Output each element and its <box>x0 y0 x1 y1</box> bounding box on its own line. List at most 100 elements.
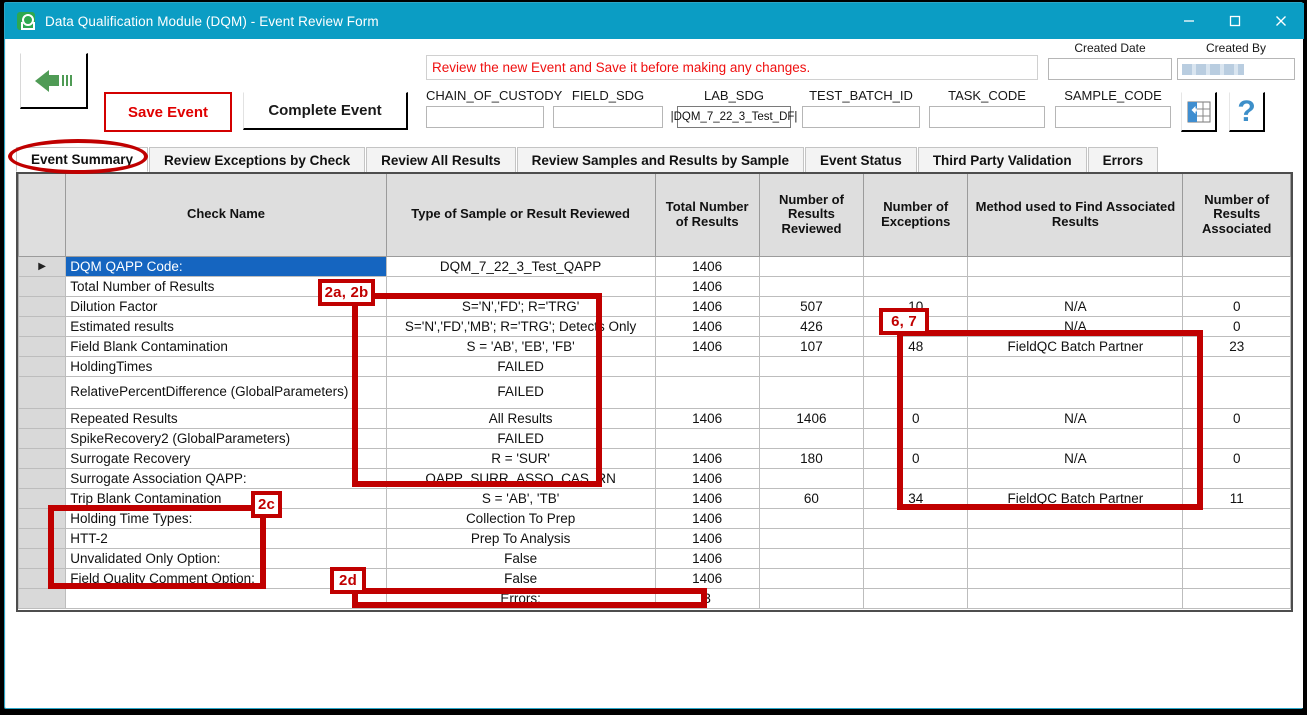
cell-total-results[interactable]: 1406 <box>655 468 759 488</box>
cell-total-results[interactable]: 3 <box>655 588 759 608</box>
cell-check-name[interactable]: Field Blank Contamination <box>66 336 386 356</box>
table-row[interactable]: HTT-2Prep To Analysis1406 <box>19 528 1291 548</box>
column-header-method-used-to-find-associated-results[interactable]: Method used to Find Associated Results <box>968 174 1183 256</box>
chain-of-custody-input[interactable] <box>426 106 544 128</box>
cell-method[interactable]: N/A <box>968 408 1183 428</box>
cell-exceptions[interactable] <box>864 528 968 548</box>
row-selector-cell[interactable]: ▶ <box>19 256 66 276</box>
cell-method[interactable] <box>968 356 1183 376</box>
cell-results-reviewed[interactable]: 180 <box>759 448 863 468</box>
table-row[interactable]: ▶DQM QAPP Code:DQM_7_22_3_Test_QAPP1406 <box>19 256 1291 276</box>
cell-type-reviewed[interactable]: Prep To Analysis <box>386 528 655 548</box>
tab-review-all-results[interactable]: Review All Results <box>366 147 516 172</box>
insert-column-grid-icon[interactable] <box>1181 92 1217 132</box>
cell-exceptions[interactable] <box>864 276 968 296</box>
cell-results-reviewed[interactable] <box>759 588 863 608</box>
table-row[interactable]: Estimated resultsS='N','FD','MB'; R='TRG… <box>19 316 1291 336</box>
cell-total-results[interactable] <box>655 376 759 408</box>
cell-total-results[interactable]: 1406 <box>655 256 759 276</box>
tab-event-summary[interactable]: Event Summary <box>16 147 148 172</box>
cell-check-name[interactable]: HTT-2 <box>66 528 386 548</box>
cell-method[interactable]: N/A <box>968 316 1183 336</box>
cell-results-associated[interactable]: 0 <box>1183 448 1291 468</box>
cell-results-associated[interactable] <box>1183 356 1291 376</box>
row-selector-cell[interactable] <box>19 468 66 488</box>
cell-check-name[interactable]: Holding Time Types: <box>66 508 386 528</box>
created-date-input[interactable] <box>1048 58 1172 80</box>
cell-method[interactable] <box>968 568 1183 588</box>
cell-check-name[interactable]: RelativePercentDifference (GlobalParamet… <box>66 376 386 408</box>
table-row[interactable]: Repeated ResultsAll Results140614060N/A0 <box>19 408 1291 428</box>
cell-results-reviewed[interactable] <box>759 528 863 548</box>
tab-review-samples-and-results-by-sample[interactable]: Review Samples and Results by Sample <box>517 147 804 172</box>
cell-results-reviewed[interactable] <box>759 356 863 376</box>
cell-total-results[interactable] <box>655 428 759 448</box>
cell-exceptions[interactable]: 34 <box>864 488 968 508</box>
cell-type-reviewed[interactable]: False <box>386 568 655 588</box>
event-summary-grid[interactable]: Check NameType of Sample or Result Revie… <box>16 172 1293 612</box>
cell-method[interactable]: N/A <box>968 296 1183 316</box>
cell-check-name[interactable]: SpikeRecovery2 (GlobalParameters) <box>66 428 386 448</box>
table-row[interactable]: Field Blank ContaminationS = 'AB', 'EB',… <box>19 336 1291 356</box>
complete-event-button[interactable]: Complete Event <box>243 92 408 130</box>
cell-method[interactable]: FieldQC Batch Partner <box>968 336 1183 356</box>
table-row[interactable]: RelativePercentDifference (GlobalParamet… <box>19 376 1291 408</box>
cell-results-reviewed[interactable]: 507 <box>759 296 863 316</box>
maximize-icon[interactable] <box>1212 3 1258 39</box>
cell-type-reviewed[interactable]: QAPP_SURR_ASSO_CAS_RN <box>386 468 655 488</box>
cell-results-associated[interactable]: 11 <box>1183 488 1291 508</box>
cell-results-reviewed[interactable] <box>759 508 863 528</box>
table-row[interactable]: Holding Time Types:Collection To Prep140… <box>19 508 1291 528</box>
table-row[interactable]: SpikeRecovery2 (GlobalParameters)FAILED <box>19 428 1291 448</box>
cell-type-reviewed[interactable]: FAILED <box>386 356 655 376</box>
cell-total-results[interactable]: 1406 <box>655 568 759 588</box>
cell-results-associated[interactable]: 0 <box>1183 408 1291 428</box>
cell-results-reviewed[interactable] <box>759 276 863 296</box>
cell-exceptions[interactable] <box>864 428 968 448</box>
cell-results-reviewed[interactable] <box>759 568 863 588</box>
cell-results-associated[interactable] <box>1183 376 1291 408</box>
cell-results-reviewed[interactable]: 1406 <box>759 408 863 428</box>
column-header-number-of-results-associated[interactable]: Number of Results Associated <box>1183 174 1291 256</box>
created-by-input[interactable] <box>1177 58 1295 80</box>
minimize-icon[interactable] <box>1166 3 1212 39</box>
cell-results-associated[interactable] <box>1183 588 1291 608</box>
cell-total-results[interactable]: 1406 <box>655 488 759 508</box>
cell-results-reviewed[interactable] <box>759 376 863 408</box>
cell-exceptions[interactable] <box>864 508 968 528</box>
row-selector-cell[interactable] <box>19 428 66 448</box>
table-row[interactable]: HoldingTimesFAILED <box>19 356 1291 376</box>
row-selector-cell[interactable] <box>19 448 66 468</box>
row-selector-cell[interactable] <box>19 316 66 336</box>
cell-type-reviewed[interactable]: FAILED <box>386 428 655 448</box>
help-button[interactable]: ? <box>1229 92 1265 132</box>
cell-type-reviewed[interactable]: Collection To Prep <box>386 508 655 528</box>
cell-check-name[interactable]: Dilution Factor <box>66 296 386 316</box>
cell-results-reviewed[interactable]: 426 <box>759 316 863 336</box>
row-selector-cell[interactable] <box>19 508 66 528</box>
cell-exceptions[interactable]: 10 <box>864 296 968 316</box>
column-header-check-name[interactable]: Check Name <box>66 174 386 256</box>
cell-results-associated[interactable] <box>1183 256 1291 276</box>
row-selector-cell[interactable] <box>19 376 66 408</box>
sample-code-input[interactable] <box>1055 106 1171 128</box>
cell-method[interactable]: N/A <box>968 448 1183 468</box>
cell-results-reviewed[interactable] <box>759 256 863 276</box>
cell-method[interactable] <box>968 276 1183 296</box>
cell-total-results[interactable]: 1406 <box>655 408 759 428</box>
cell-exceptions[interactable] <box>864 568 968 588</box>
cell-method[interactable] <box>968 548 1183 568</box>
cell-total-results[interactable]: 1406 <box>655 548 759 568</box>
cell-exceptions[interactable] <box>864 588 968 608</box>
tab-third-party-validation[interactable]: Third Party Validation <box>918 147 1087 172</box>
cell-type-reviewed[interactable]: Errors: <box>386 588 655 608</box>
cell-check-name[interactable]: Surrogate Association QAPP: <box>66 468 386 488</box>
cell-results-associated[interactable] <box>1183 428 1291 448</box>
cell-check-name[interactable]: Unvalidated Only Option: <box>66 548 386 568</box>
cell-results-reviewed[interactable]: 60 <box>759 488 863 508</box>
cell-method[interactable]: FieldQC Batch Partner <box>968 488 1183 508</box>
cell-total-results[interactable]: 1406 <box>655 508 759 528</box>
cell-results-reviewed[interactable] <box>759 428 863 448</box>
cell-method[interactable] <box>968 376 1183 408</box>
cell-results-associated[interactable] <box>1183 508 1291 528</box>
